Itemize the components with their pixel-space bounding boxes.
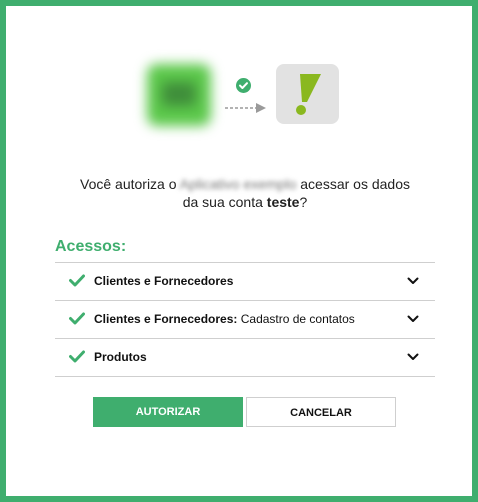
chevron-down-icon[interactable] xyxy=(407,277,419,285)
question-middle: acessar os dados xyxy=(296,176,410,192)
blurred-app-logo-icon xyxy=(147,64,211,126)
chevron-down-icon[interactable] xyxy=(407,315,419,323)
question-suffix: ? xyxy=(299,194,308,210)
permission-item-produtos[interactable]: Produtos xyxy=(55,339,435,377)
permission-label: Clientes e Fornecedores: Cadastro de con… xyxy=(94,312,355,326)
check-icon xyxy=(69,274,85,287)
chevron-down-icon[interactable] xyxy=(407,353,419,361)
permission-list: Clientes e Fornecedores Clientes e Forne… xyxy=(55,262,435,377)
check-icon xyxy=(69,312,85,325)
question-prefix: Você autoriza o xyxy=(80,176,180,192)
authorization-question: Você autoriza o Aplicativo exemplo acess… xyxy=(46,175,444,211)
permission-label: Clientes e Fornecedores xyxy=(94,274,234,288)
cancel-button[interactable]: CANCELAR xyxy=(246,397,396,427)
permission-item-clientes-fornecedores[interactable]: Clientes e Fornecedores xyxy=(55,263,435,301)
check-circle-icon xyxy=(236,78,251,93)
access-title: Acessos: xyxy=(55,238,127,255)
oauth-consent-dialog: Você autoriza o Aplicativo exemplo acess… xyxy=(6,6,472,496)
app-name: Aplicativo exemplo xyxy=(179,176,297,192)
exclamation-logo-icon xyxy=(276,64,339,124)
permission-label: Produtos xyxy=(94,350,147,364)
check-icon xyxy=(69,350,85,363)
question-line2: da sua conta xyxy=(182,194,267,210)
permission-item-cadastro-contatos[interactable]: Clientes e Fornecedores: Cadastro de con… xyxy=(55,301,435,339)
dashed-arrow-right-icon xyxy=(225,103,266,113)
authorize-button[interactable]: AUTORIZAR xyxy=(93,397,243,427)
account-name: teste xyxy=(266,194,300,210)
